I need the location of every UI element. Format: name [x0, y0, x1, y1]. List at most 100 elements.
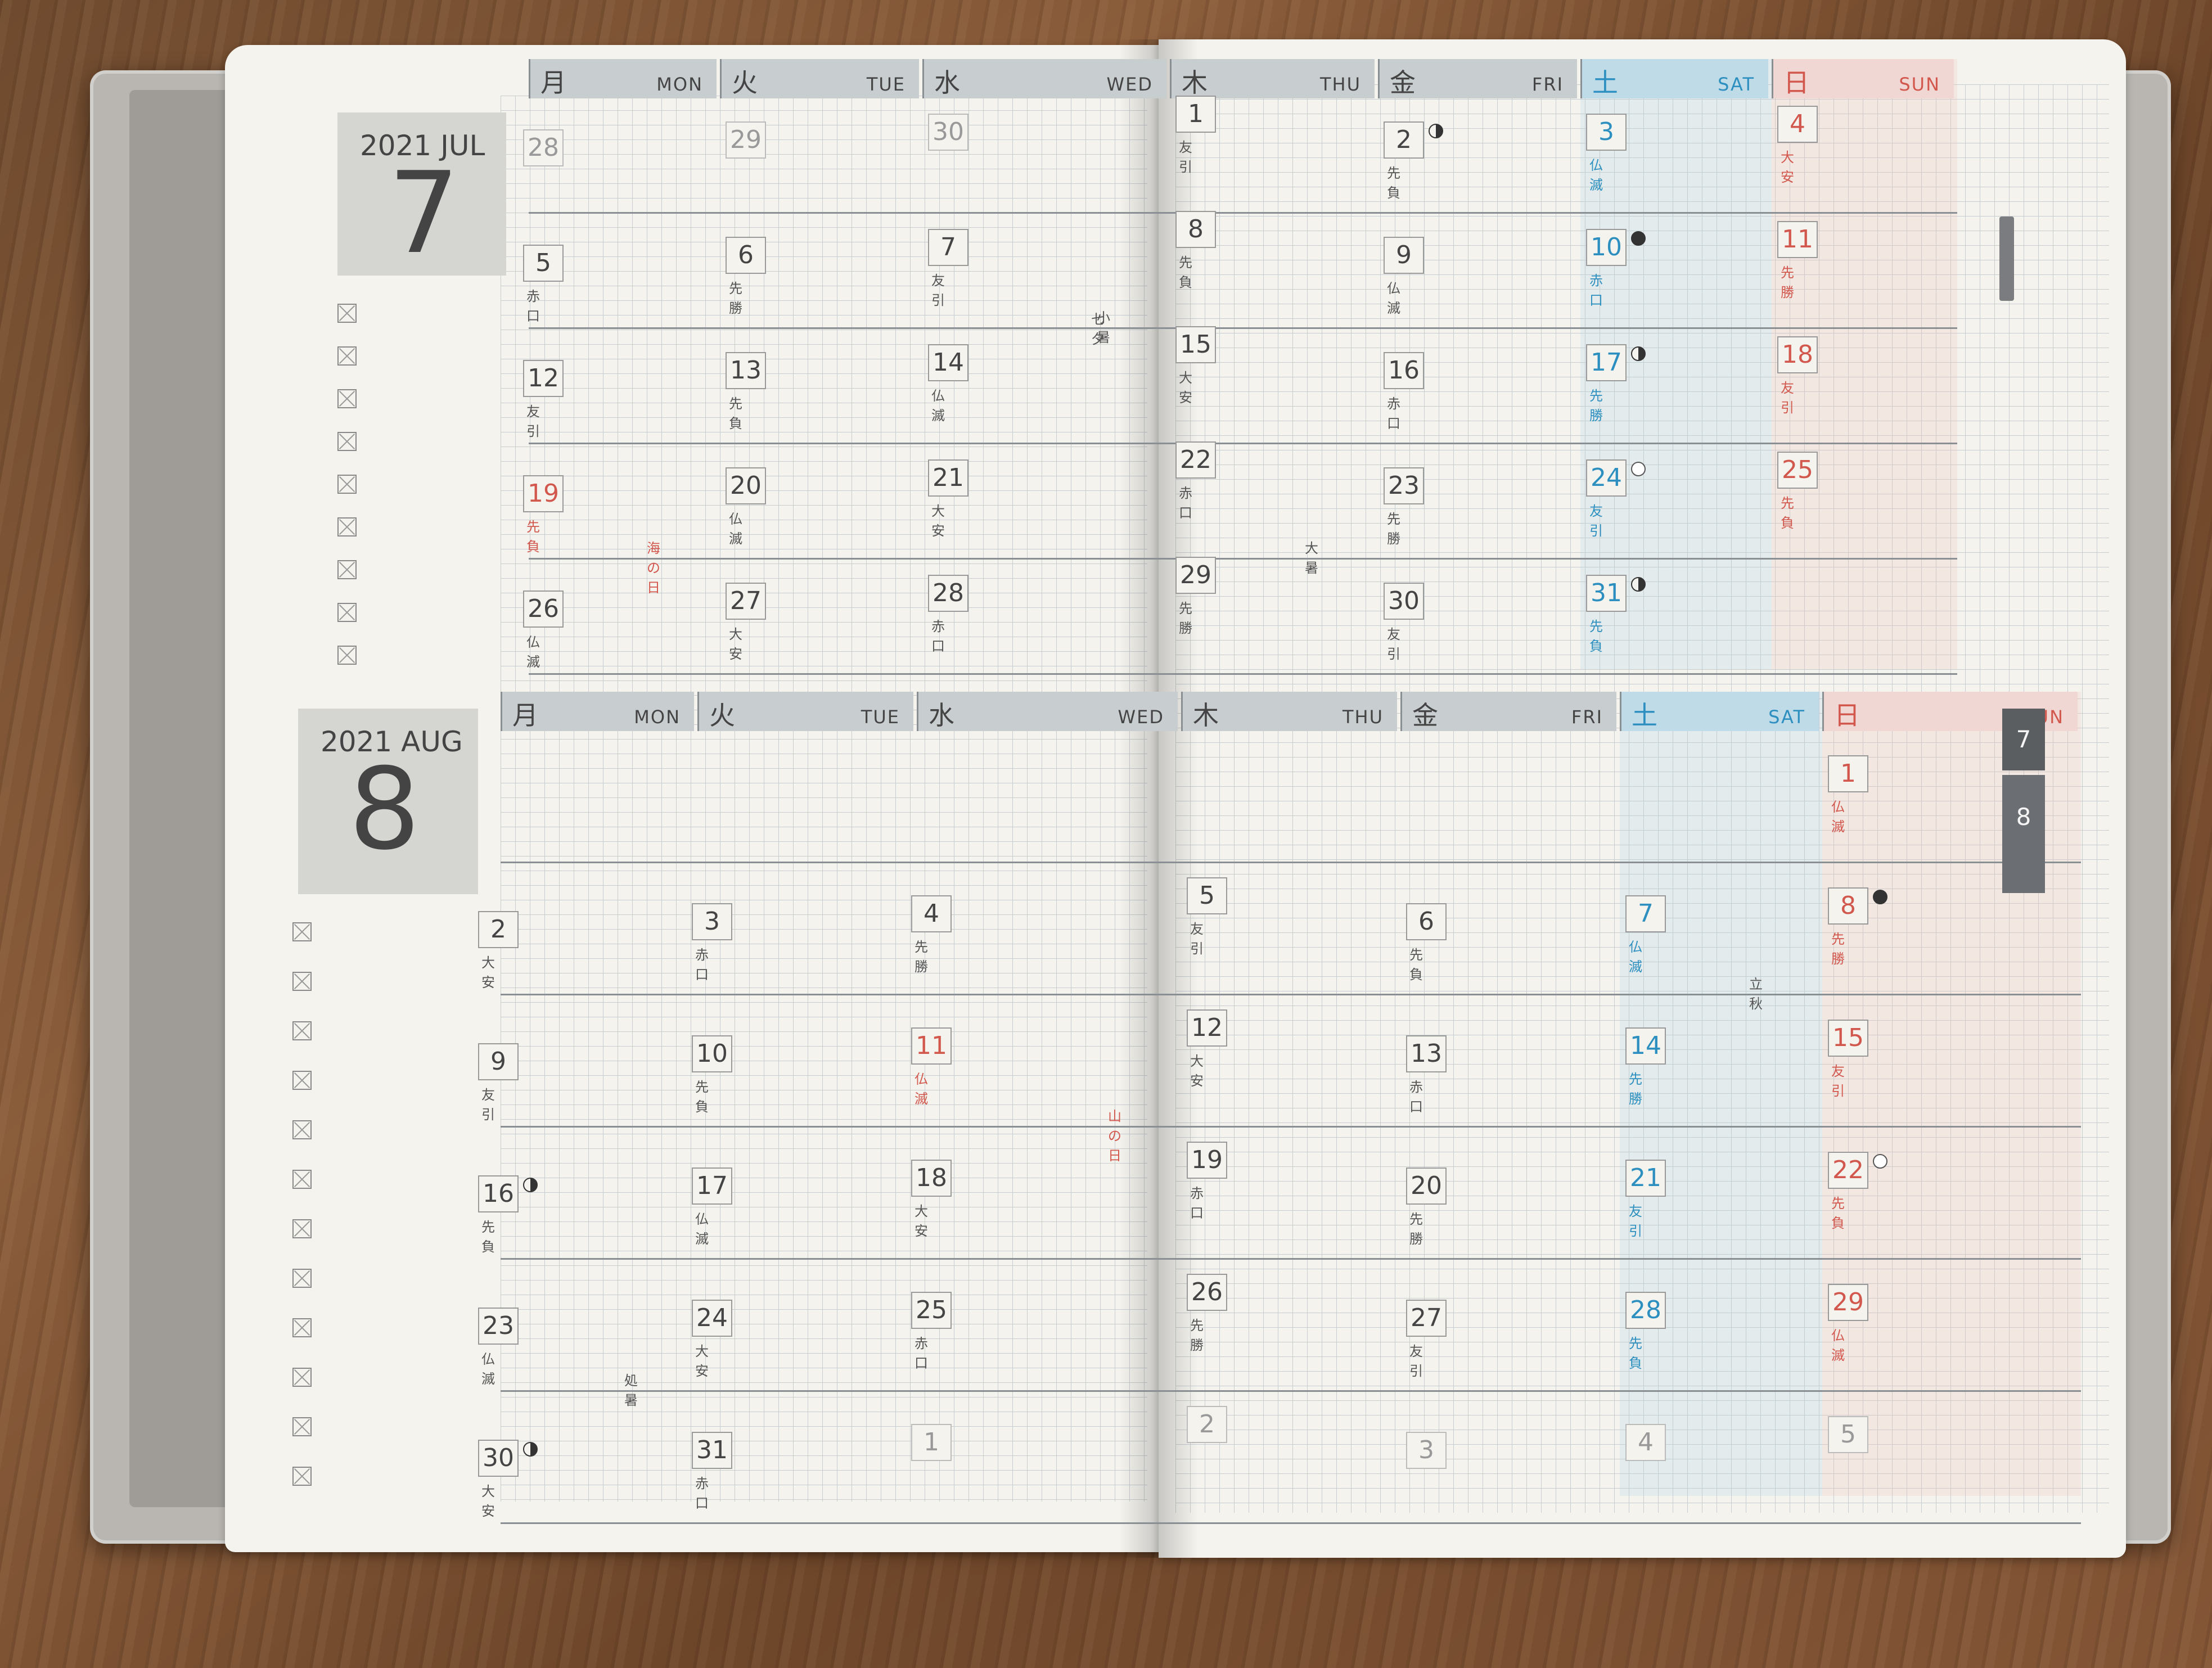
july-day-15-2[interactable]: 15 — [1175, 326, 1216, 363]
august-rokuyo-13-2: 赤口 — [1409, 1079, 1426, 1115]
august-day-15-2[interactable]: 15 — [1828, 1020, 1868, 1057]
july-day-17-2[interactable]: 17 — [1586, 344, 1627, 381]
todo-checkbox-14[interactable] — [292, 1170, 312, 1189]
todo-checkbox-19[interactable] — [292, 1417, 312, 1436]
august-day-31-5[interactable]: 31 — [692, 1432, 732, 1469]
july-day-6-1[interactable]: 6 — [726, 237, 766, 274]
july-day-10-1[interactable]: 10 — [1586, 229, 1627, 266]
august-day-8-1[interactable]: 8 — [1828, 887, 1868, 925]
july-day-11-1[interactable]: 11 — [1777, 221, 1818, 258]
august-day-19-3[interactable]: 19 — [1187, 1142, 1227, 1179]
july-day-19-3[interactable]: 19 — [523, 475, 564, 512]
todo-checkbox-10[interactable] — [292, 972, 312, 991]
august-day-28-4[interactable]: 28 — [1625, 1292, 1666, 1329]
todo-checkbox-11[interactable] — [292, 1021, 312, 1040]
todo-checkbox-9[interactable] — [292, 922, 312, 941]
august-header-mon-jp: 月 — [512, 700, 538, 731]
todo-checkbox-13[interactable] — [292, 1120, 312, 1139]
july-day-8-1[interactable]: 8 — [1175, 211, 1216, 248]
august-moon-phase-icon-8 — [1873, 890, 1887, 904]
todo-checkbox-16[interactable] — [292, 1269, 312, 1288]
august-day-3-5[interactable]: 3 — [1406, 1432, 1447, 1469]
august-day-17-3[interactable]: 17 — [692, 1167, 732, 1205]
august-day-25-4[interactable]: 25 — [911, 1292, 952, 1329]
july-day-24-3[interactable]: 24 — [1586, 459, 1627, 497]
august-day-11-2[interactable]: 11 — [911, 1027, 952, 1065]
todo-checkbox-1[interactable] — [337, 346, 357, 366]
august-day-5-5[interactable]: 5 — [1828, 1416, 1868, 1453]
august-day-23-4[interactable]: 23 — [478, 1308, 519, 1345]
july-day-4-0[interactable]: 4 — [1777, 106, 1818, 143]
august-day-16-3[interactable]: 16 — [478, 1175, 519, 1212]
july-day-7-1[interactable]: 7 — [928, 229, 968, 266]
july-day-20-3[interactable]: 20 — [726, 467, 766, 504]
todo-checkbox-15[interactable] — [292, 1219, 312, 1238]
august-day-5-1[interactable]: 5 — [1187, 877, 1227, 914]
july-day-1-0[interactable]: 1 — [1175, 96, 1216, 133]
todo-checkbox-18[interactable] — [292, 1368, 312, 1387]
july-day-30-4[interactable]: 30 — [1384, 583, 1424, 620]
july-day-29-4[interactable]: 29 — [1175, 557, 1216, 594]
july-day-25-3[interactable]: 25 — [1777, 452, 1818, 489]
august-day-27-4[interactable]: 27 — [1406, 1300, 1447, 1337]
july-day-9-1[interactable]: 9 — [1384, 237, 1424, 274]
august-day-22-3[interactable]: 22 — [1828, 1152, 1868, 1189]
todo-checkbox-5[interactable] — [337, 517, 357, 537]
month-tab-7[interactable]: 7 — [2002, 709, 2045, 770]
july-day-27-4[interactable]: 27 — [726, 583, 766, 620]
august-day-18-3[interactable]: 18 — [911, 1160, 952, 1197]
august-day-2-1[interactable]: 2 — [478, 911, 519, 948]
todo-checkbox-4[interactable] — [337, 475, 357, 494]
july-day-2-0[interactable]: 2 — [1384, 121, 1424, 159]
july-day-30-0[interactable]: 30 — [928, 114, 968, 151]
todo-checkbox-20[interactable] — [292, 1467, 312, 1486]
august-day-4-5[interactable]: 4 — [1625, 1424, 1666, 1461]
august-day-12-2[interactable]: 12 — [1187, 1009, 1227, 1047]
july-day-29-0[interactable]: 29 — [726, 121, 766, 159]
todo-checkbox-2[interactable] — [337, 389, 357, 408]
july-day-16-2[interactable]: 16 — [1384, 352, 1424, 389]
august-day-21-3[interactable]: 21 — [1625, 1160, 1666, 1197]
july-day-22-3[interactable]: 22 — [1175, 441, 1216, 479]
july-day-28-4[interactable]: 28 — [928, 575, 968, 612]
july-day-23-3[interactable]: 23 — [1384, 467, 1424, 504]
august-day-24-4[interactable]: 24 — [692, 1300, 732, 1337]
july-day-26-4[interactable]: 26 — [523, 590, 564, 628]
month-tab-8[interactable]: 8 — [2002, 775, 2045, 893]
august-rokuyo-31-5: 赤口 — [695, 1476, 712, 1511]
august-day-10-2[interactable]: 10 — [692, 1035, 732, 1072]
august-rokuyo-29-4: 仏滅 — [1831, 1328, 1848, 1363]
todo-checkbox-3[interactable] — [337, 432, 357, 451]
todo-checkbox-7[interactable] — [337, 603, 357, 622]
todo-checkbox-0[interactable] — [337, 304, 357, 323]
july-day-21-3[interactable]: 21 — [928, 459, 968, 497]
july-day-3-0[interactable]: 3 — [1586, 114, 1627, 151]
july-day-28-0[interactable]: 28 — [523, 129, 564, 166]
august-day-20-3[interactable]: 20 — [1406, 1167, 1447, 1205]
august-day-1-5[interactable]: 1 — [911, 1424, 952, 1461]
july-day-31-4[interactable]: 31 — [1586, 575, 1627, 612]
todo-checkbox-8[interactable] — [337, 646, 357, 665]
july-day-12-2[interactable]: 12 — [523, 360, 564, 397]
august-day-9-2[interactable]: 9 — [478, 1043, 519, 1080]
july-day-5-1[interactable]: 5 — [523, 245, 564, 282]
august-day-4-1[interactable]: 4 — [911, 895, 952, 932]
august-day-26-4[interactable]: 26 — [1187, 1274, 1227, 1311]
july-day-14-2[interactable]: 14 — [928, 344, 968, 381]
todo-checkbox-6[interactable] — [337, 560, 357, 579]
july-day-13-2[interactable]: 13 — [726, 352, 766, 389]
august-day-14-2[interactable]: 14 — [1625, 1027, 1666, 1065]
august-day-1-0[interactable]: 1 — [1828, 755, 1868, 792]
august-day-6-1[interactable]: 6 — [1406, 903, 1447, 940]
july-note-19: 海の日 — [647, 540, 663, 596]
edge-index-tab[interactable] — [1999, 217, 2014, 301]
august-day-30-5[interactable]: 30 — [478, 1440, 519, 1477]
august-day-29-4[interactable]: 29 — [1828, 1284, 1868, 1321]
todo-checkbox-12[interactable] — [292, 1071, 312, 1090]
todo-checkbox-17[interactable] — [292, 1318, 312, 1337]
august-day-3-1[interactable]: 3 — [692, 903, 732, 940]
august-day-2-5[interactable]: 2 — [1187, 1406, 1227, 1443]
august-day-7-1[interactable]: 7 — [1625, 895, 1666, 932]
august-day-13-2[interactable]: 13 — [1406, 1035, 1447, 1072]
july-day-18-2[interactable]: 18 — [1777, 336, 1818, 373]
